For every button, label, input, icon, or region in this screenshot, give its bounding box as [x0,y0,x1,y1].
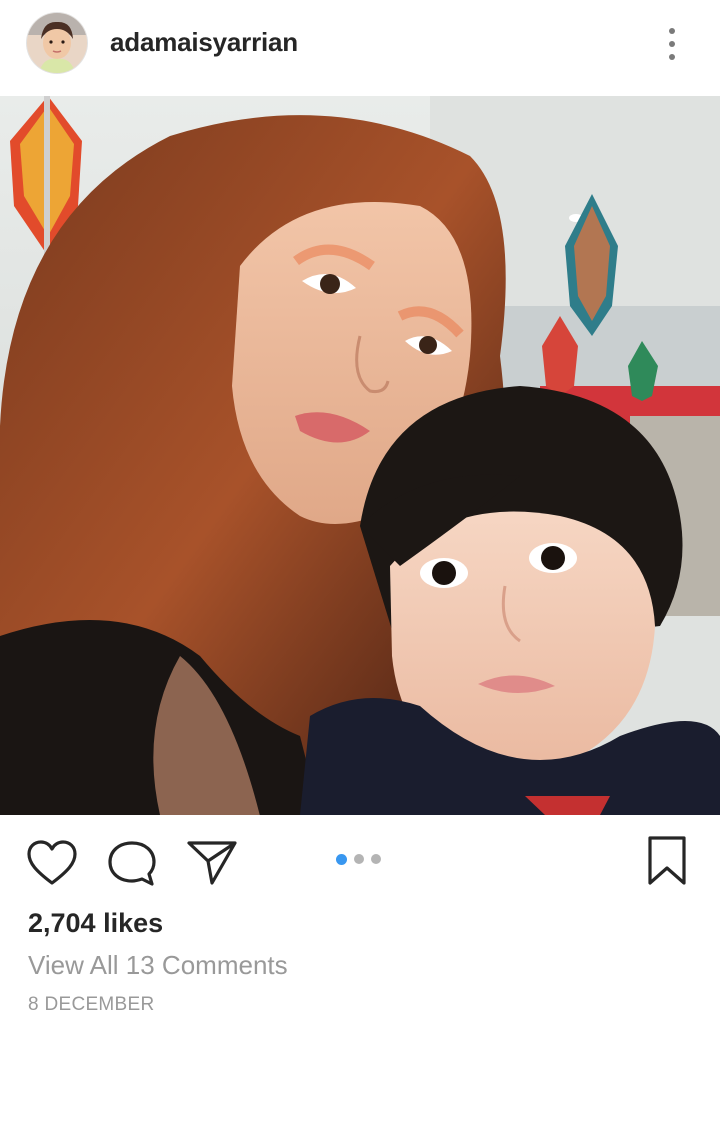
vertical-dots-icon [669,28,675,60]
username[interactable]: adamaisyarrian [110,27,298,58]
carousel-indicator [336,853,381,865]
post-date: 8 DECEMBER [28,994,155,1015]
likes-count[interactable]: 2,704 likes [28,908,163,939]
action-bar [0,815,720,905]
post-photo[interactable] [0,96,720,815]
share-button[interactable] [186,837,238,887]
avatar[interactable] [27,13,87,73]
comment-button[interactable] [106,839,158,887]
carousel-dot [371,854,381,864]
carousel-dot [354,854,364,864]
instagram-post: adamaisyarrian 2,704 likes View All 13 C… [0,0,720,1122]
carousel-dot-active [336,853,347,865]
save-button[interactable] [644,835,690,887]
post-header: adamaisyarrian [0,0,720,96]
comment-icon [108,841,156,886]
paper-plane-icon [187,841,237,885]
like-button[interactable] [26,839,78,887]
bookmark-icon [648,836,686,885]
more-options-button[interactable] [656,22,688,66]
heart-icon [27,840,77,885]
view-comments-link[interactable]: View All 13 Comments [28,950,288,981]
